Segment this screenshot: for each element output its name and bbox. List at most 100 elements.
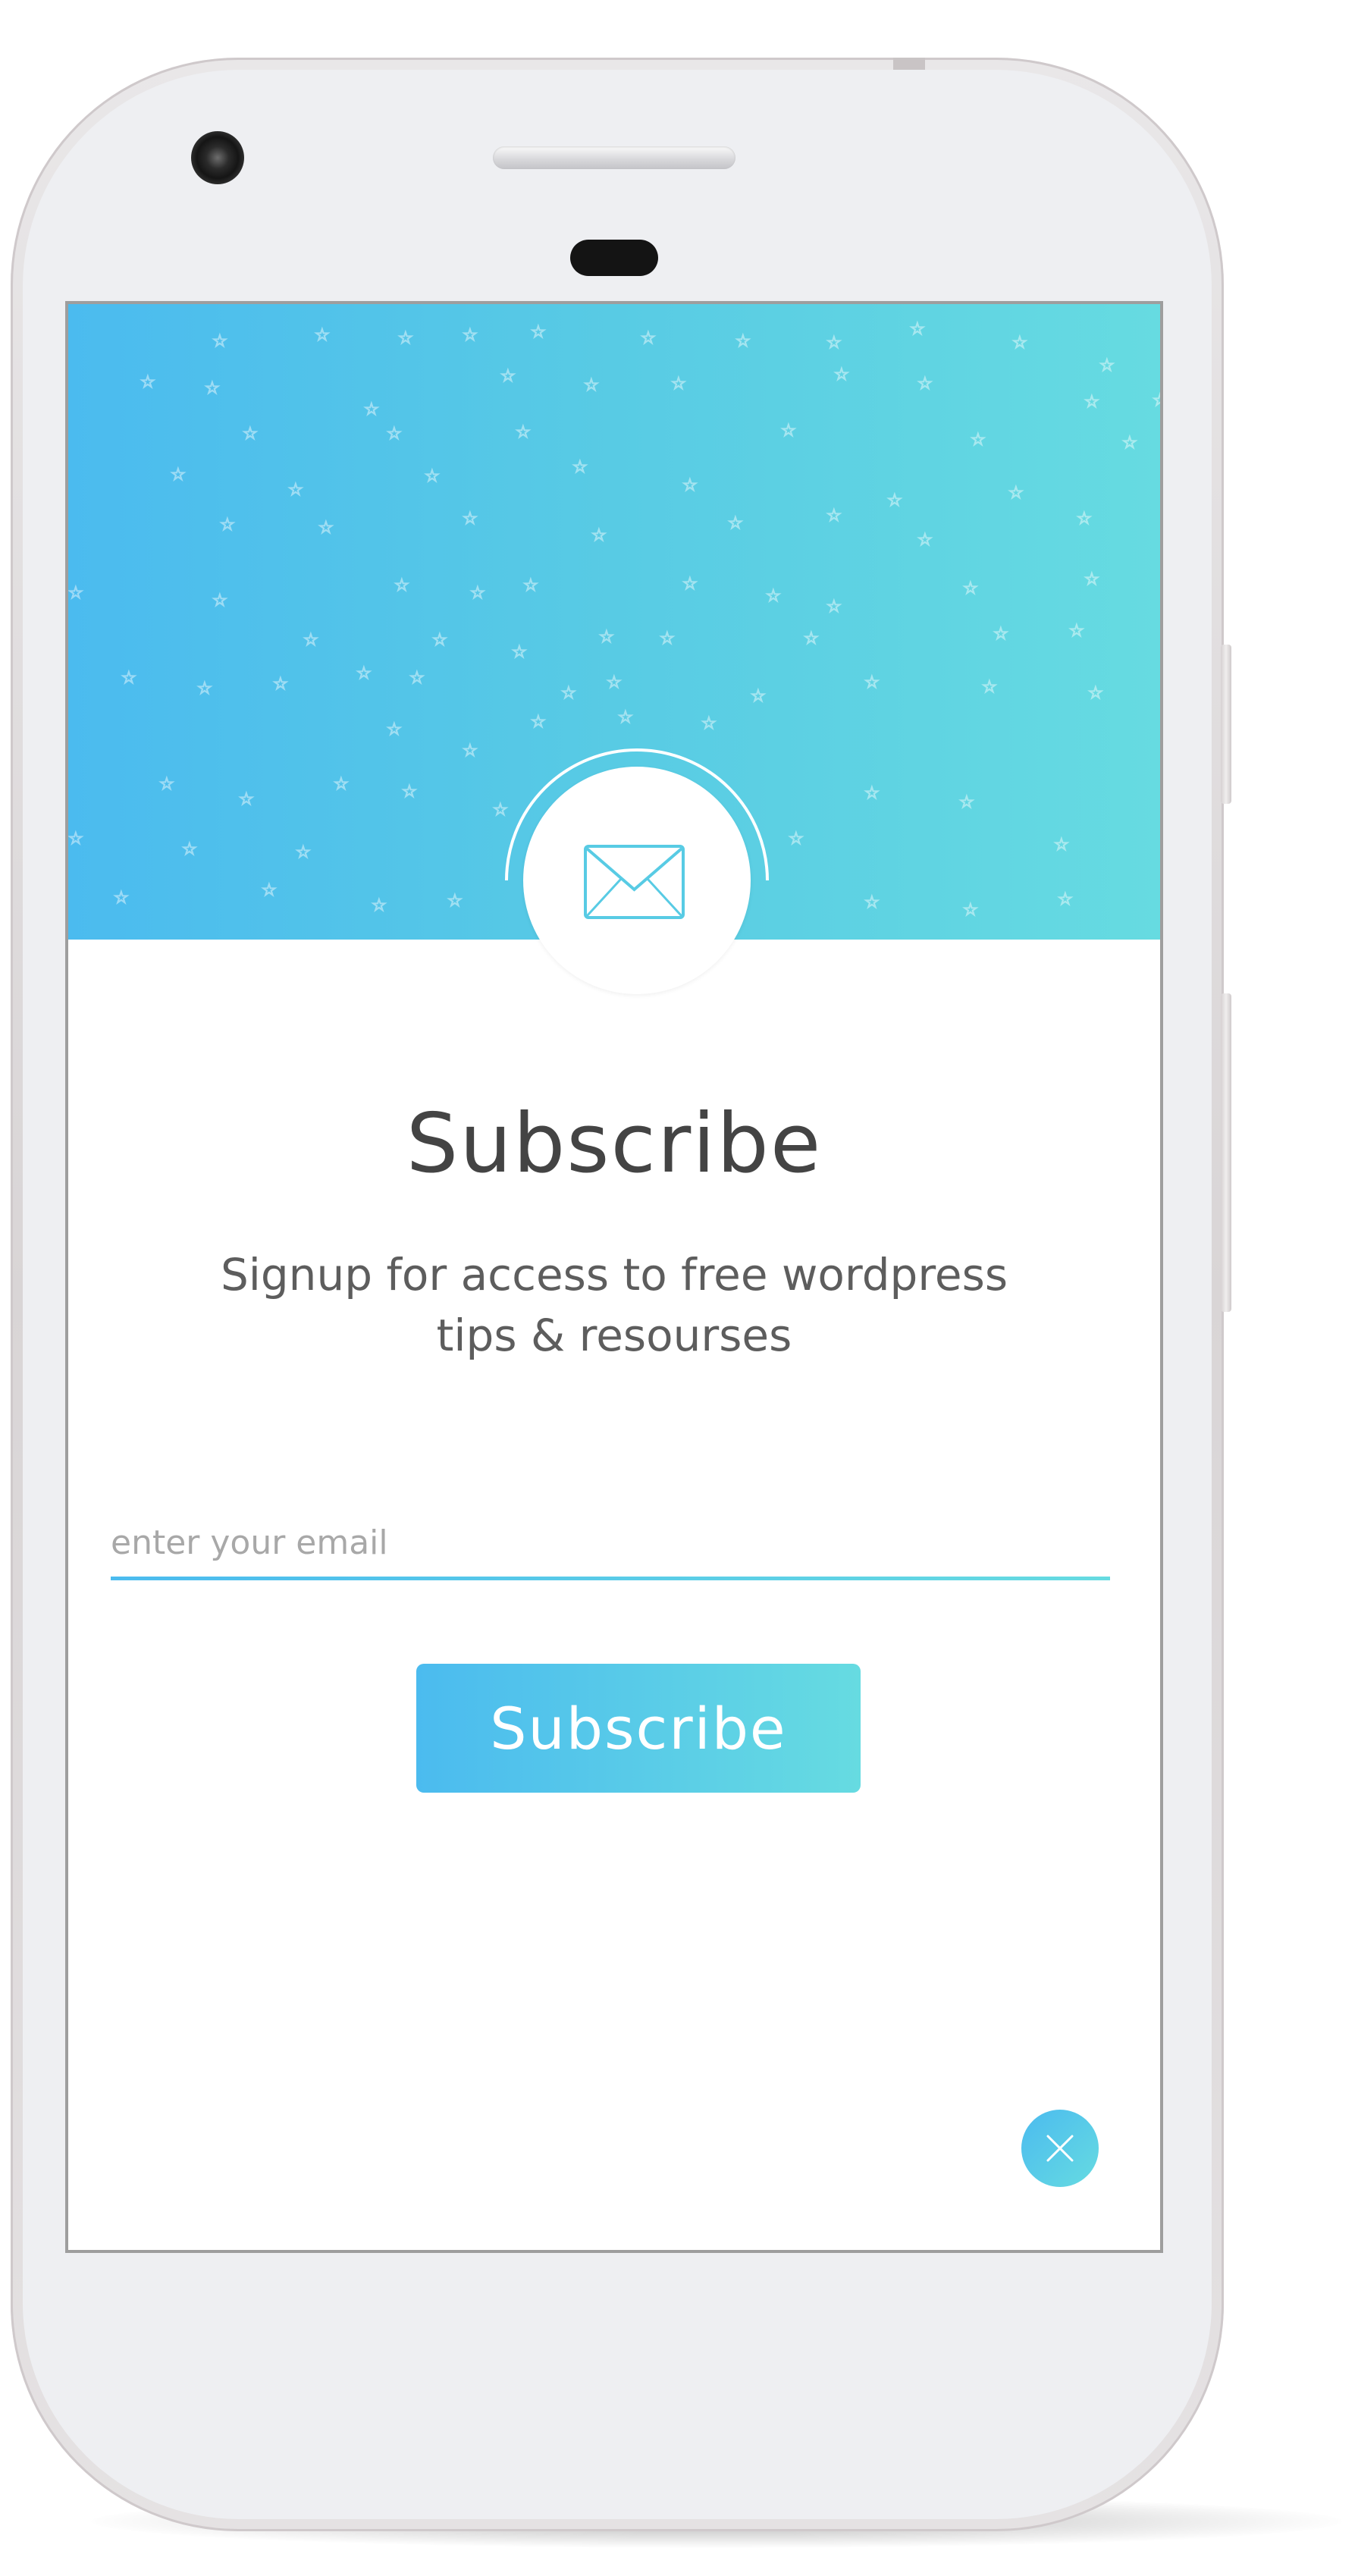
svg-text:☆: ☆ <box>212 332 227 351</box>
svg-text:☆: ☆ <box>334 775 349 794</box>
svg-text:☆: ☆ <box>1153 391 1160 410</box>
svg-text:☆: ☆ <box>425 467 440 486</box>
svg-text:☆: ☆ <box>140 373 155 392</box>
svg-text:☆: ☆ <box>917 375 933 394</box>
svg-text:☆: ☆ <box>523 576 538 595</box>
svg-text:☆: ☆ <box>561 684 576 703</box>
svg-text:☆: ☆ <box>1099 356 1115 375</box>
svg-text:☆: ☆ <box>618 708 633 727</box>
svg-text:☆: ☆ <box>500 367 516 386</box>
svg-text:☆: ☆ <box>68 830 83 849</box>
svg-text:☆: ☆ <box>910 320 925 339</box>
svg-text:☆: ☆ <box>804 629 819 648</box>
svg-text:☆: ☆ <box>402 783 417 802</box>
svg-text:☆: ☆ <box>864 893 880 912</box>
svg-text:☆: ☆ <box>463 510 478 529</box>
popup-title: Subscribe <box>406 1097 823 1191</box>
svg-text:☆: ☆ <box>394 576 409 595</box>
svg-text:☆: ☆ <box>572 458 588 477</box>
svg-text:☆: ☆ <box>834 366 849 384</box>
svg-text:☆: ☆ <box>826 507 842 526</box>
svg-text:☆: ☆ <box>660 629 675 648</box>
svg-text:☆: ☆ <box>971 431 986 450</box>
svg-text:☆: ☆ <box>409 669 425 688</box>
svg-text:☆: ☆ <box>387 720 402 739</box>
front-camera <box>191 131 244 184</box>
close-button[interactable] <box>1021 2110 1099 2187</box>
svg-text:☆: ☆ <box>1054 836 1069 855</box>
svg-text:☆: ☆ <box>641 329 656 348</box>
envelope-icon <box>584 845 685 919</box>
svg-text:☆: ☆ <box>512 643 527 662</box>
svg-text:☆: ☆ <box>212 591 227 610</box>
svg-text:☆: ☆ <box>463 326 478 345</box>
svg-text:☆: ☆ <box>315 326 330 345</box>
svg-text:☆: ☆ <box>1122 434 1137 453</box>
svg-text:☆: ☆ <box>993 625 1008 644</box>
email-field <box>111 1510 1110 1581</box>
svg-text:☆: ☆ <box>963 579 978 598</box>
subscribe-button[interactable]: Subscribe <box>416 1664 861 1793</box>
svg-text:☆: ☆ <box>599 628 614 647</box>
svg-text:☆: ☆ <box>447 892 463 911</box>
svg-text:☆: ☆ <box>356 664 372 683</box>
svg-text:☆: ☆ <box>1008 484 1024 503</box>
svg-text:☆: ☆ <box>917 531 933 550</box>
svg-text:☆: ☆ <box>728 514 743 533</box>
svg-text:☆: ☆ <box>470 584 485 603</box>
svg-text:☆: ☆ <box>826 334 842 353</box>
svg-text:☆: ☆ <box>121 669 136 688</box>
svg-text:☆: ☆ <box>197 679 212 698</box>
svg-text:☆: ☆ <box>864 673 880 692</box>
svg-text:☆: ☆ <box>318 519 334 538</box>
svg-text:☆: ☆ <box>205 379 220 398</box>
svg-text:☆: ☆ <box>1069 622 1084 641</box>
svg-text:☆: ☆ <box>262 881 277 900</box>
svg-text:☆: ☆ <box>682 575 698 594</box>
svg-text:☆: ☆ <box>243 425 258 444</box>
svg-text:☆: ☆ <box>182 840 197 859</box>
svg-text:☆: ☆ <box>682 476 698 495</box>
proximity-sensor <box>570 240 658 276</box>
email-input[interactable] <box>111 1510 1110 1575</box>
svg-text:☆: ☆ <box>296 843 311 862</box>
svg-text:☆: ☆ <box>1012 334 1027 353</box>
svg-text:☆: ☆ <box>963 901 978 920</box>
svg-text:☆: ☆ <box>1084 393 1099 412</box>
svg-text:☆: ☆ <box>220 516 235 535</box>
svg-text:☆: ☆ <box>887 491 902 510</box>
svg-text:☆: ☆ <box>959 793 974 812</box>
svg-text:☆: ☆ <box>239 790 254 809</box>
svg-text:☆: ☆ <box>701 714 717 733</box>
svg-text:☆: ☆ <box>114 889 129 908</box>
svg-text:☆: ☆ <box>159 775 174 794</box>
svg-text:☆: ☆ <box>781 422 796 441</box>
svg-text:☆: ☆ <box>68 584 83 603</box>
svg-text:☆: ☆ <box>864 784 880 803</box>
svg-text:☆: ☆ <box>766 587 781 606</box>
phone-screen: ☆ ☆ ☆ ☆ ☆ ☆ ☆ ☆ ☆ ☆ ☆ ☆ ☆ ☆ ☆ ☆ ☆ ☆ ☆ ☆ ☆ ☆ ☆ ☆ ☆ ☆ ☆ ☆ ☆ ☆… <box>65 301 1163 2253</box>
svg-text:☆: ☆ <box>516 423 531 442</box>
svg-text:☆: ☆ <box>273 675 288 694</box>
svg-text:☆: ☆ <box>735 332 751 351</box>
power-button <box>1221 645 1231 804</box>
svg-text:☆: ☆ <box>591 526 607 545</box>
svg-text:☆: ☆ <box>303 631 318 650</box>
svg-text:☆: ☆ <box>584 376 599 395</box>
svg-text:☆: ☆ <box>1058 890 1073 909</box>
svg-text:☆: ☆ <box>531 713 546 732</box>
svg-text:☆: ☆ <box>387 425 402 444</box>
svg-text:☆: ☆ <box>751 687 766 706</box>
svg-text:☆: ☆ <box>364 400 379 419</box>
popup-subtitle: Signup for access to free wordpress tips… <box>220 1249 1008 1361</box>
svg-text:☆: ☆ <box>789 830 804 849</box>
svg-text:☆: ☆ <box>432 631 447 650</box>
svg-text:☆: ☆ <box>607 673 622 692</box>
volume-rocker <box>1221 993 1231 1312</box>
svg-text:☆: ☆ <box>531 323 546 342</box>
close-icon <box>1046 2135 1074 2162</box>
email-underline <box>111 1577 1110 1580</box>
svg-text:☆: ☆ <box>982 678 997 697</box>
svg-text:☆: ☆ <box>826 598 842 617</box>
svg-text:☆: ☆ <box>398 329 413 348</box>
